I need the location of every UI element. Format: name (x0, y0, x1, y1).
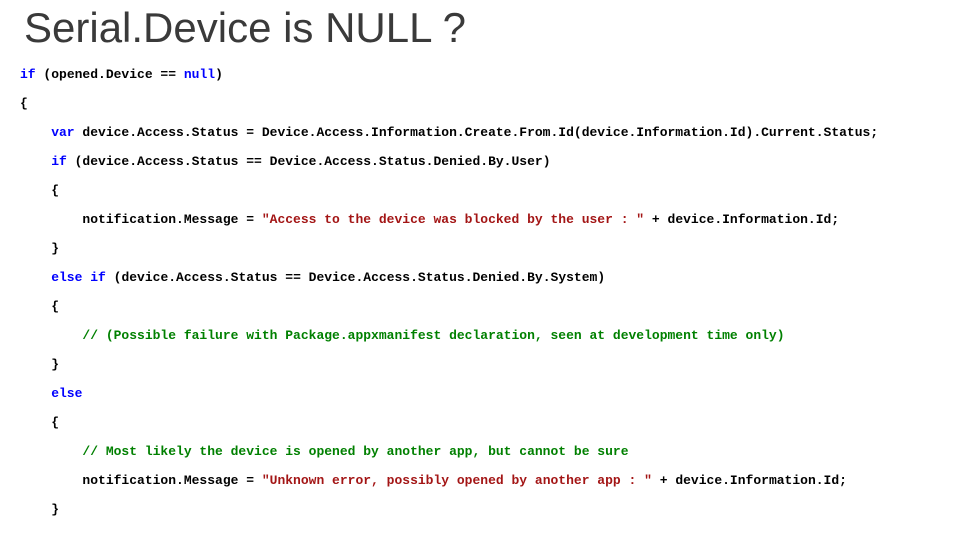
code-line: } (20, 350, 959, 379)
code-text: (opened.Device == (36, 67, 184, 82)
code-line: { (20, 292, 959, 321)
code-text: + device.Information.Id; (644, 212, 839, 227)
string-literal: "Unknown error, possibly opened by anoth… (262, 473, 652, 488)
keyword-else: else (20, 270, 82, 285)
code-line: } (20, 234, 959, 263)
keyword-if: if (20, 67, 36, 82)
keyword-if: if (20, 154, 67, 169)
keyword-null: null (184, 67, 215, 82)
comment: // (Possible failure with Package.appxma… (20, 328, 785, 343)
code-line: // (Possible failure with Package.appxma… (20, 321, 959, 350)
code-line: var device.Access.Status = Device.Access… (20, 118, 959, 147)
code-text: notification.Message = (20, 473, 262, 488)
keyword-var: var (20, 125, 75, 140)
code-line: notification.Message = "Unknown error, p… (20, 466, 959, 495)
code-text: + device.Information.Id; (652, 473, 847, 488)
code-text: notification.Message = (20, 212, 262, 227)
keyword-else: else (20, 386, 82, 401)
string-literal: "Access to the device was blocked by the… (262, 212, 644, 227)
code-text: ) (215, 67, 223, 82)
code-text: device.Access.Status = Device.Access.Inf… (75, 125, 879, 140)
code-block: if (opened.Device == null) { var device.… (0, 60, 979, 524)
code-line: notification.Message = "Access to the de… (20, 205, 959, 234)
slide-title: Serial.Device is NULL ? (0, 0, 979, 60)
code-text: (device.Access.Status == Device.Access.S… (106, 270, 605, 285)
code-line: if (device.Access.Status == Device.Acces… (20, 147, 959, 176)
code-line: if (opened.Device == null) (20, 60, 959, 89)
code-line: // Most likely the device is opened by a… (20, 437, 959, 466)
code-line: } (20, 495, 959, 524)
code-line: { (20, 176, 959, 205)
code-line: else if (device.Access.Status == Device.… (20, 263, 959, 292)
code-line: else (20, 379, 959, 408)
comment: // Most likely the device is opened by a… (20, 444, 629, 459)
code-line: { (20, 408, 959, 437)
code-line: { (20, 89, 959, 118)
keyword-if: if (90, 270, 106, 285)
code-text: (device.Access.Status == Device.Access.S… (67, 154, 551, 169)
